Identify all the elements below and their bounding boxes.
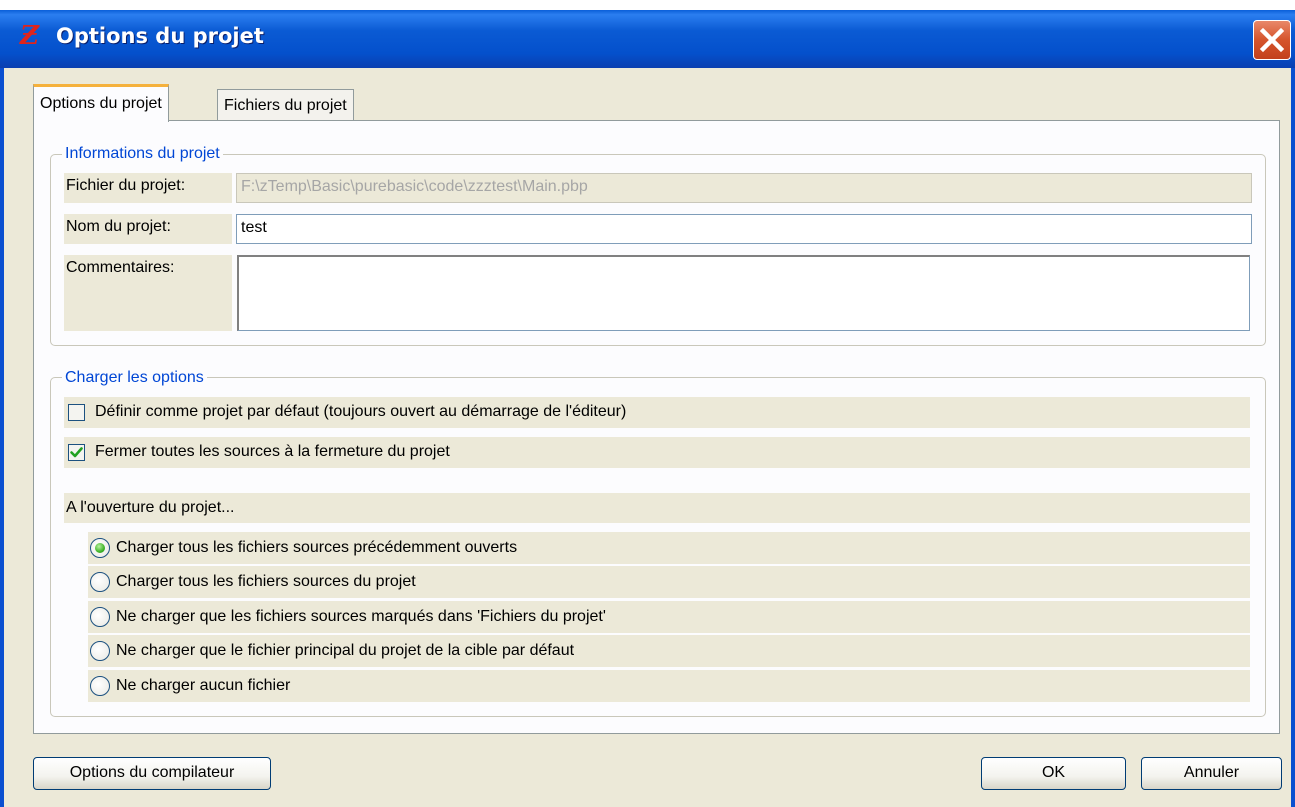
window-title: Options du projet xyxy=(56,24,264,48)
comments-label: Commentaires: xyxy=(64,255,232,331)
close-button[interactable] xyxy=(1253,20,1291,60)
comments-textarea[interactable] xyxy=(237,255,1250,331)
load-no-file-label: Ne charger aucun fichier xyxy=(116,677,291,694)
load-no-file-radio[interactable] xyxy=(90,676,110,696)
project-name-field[interactable]: test xyxy=(236,214,1252,244)
load-main-file-label: Ne charger que le fichier principal du p… xyxy=(116,642,575,659)
load-all-project-sources-label: Charger tous les fichiers sources du pro… xyxy=(116,573,416,590)
project-info-group-title: Informations du projet xyxy=(62,144,223,164)
purebasic-app-icon: Ƶ xyxy=(20,21,39,51)
cancel-button[interactable]: Annuler xyxy=(1141,757,1282,790)
background-window-strip xyxy=(0,0,1295,10)
default-project-label: Définir comme projet par défaut (toujour… xyxy=(95,403,627,420)
window-frame-right xyxy=(1291,68,1295,807)
tab-fichiers-du-projet[interactable]: Fichiers du projet xyxy=(217,89,354,123)
close-icon xyxy=(1259,27,1285,53)
load-previously-open-radio[interactable] xyxy=(90,538,110,558)
on-open-label: A l'ouverture du projet... xyxy=(66,499,235,516)
compiler-options-button[interactable]: Options du compilateur xyxy=(33,757,271,790)
default-project-checkbox[interactable] xyxy=(68,404,85,421)
load-marked-sources-radio[interactable] xyxy=(90,607,110,627)
checkmark-icon xyxy=(70,447,83,458)
project-file-field[interactable]: F:\zTemp\Basic\purebasic\code\zzztest\Ma… xyxy=(236,173,1252,203)
load-all-project-sources-radio[interactable] xyxy=(90,572,110,592)
load-options-group-title: Charger les options xyxy=(62,368,207,388)
window-frame-left xyxy=(0,68,4,807)
load-previously-open-label: Charger tous les fichiers sources précéd… xyxy=(116,539,518,556)
tab-options-du-projet[interactable]: Options du projet xyxy=(33,84,169,122)
project-name-label: Nom du projet: xyxy=(64,214,232,244)
project-file-label: Fichier du projet: xyxy=(64,173,232,203)
load-marked-sources-label: Ne charger que les fichiers sources marq… xyxy=(116,608,606,625)
load-main-file-radio[interactable] xyxy=(90,641,110,661)
ok-button[interactable]: OK xyxy=(981,757,1126,790)
close-sources-label: Fermer toutes les sources à la fermeture… xyxy=(95,443,450,460)
on-open-row xyxy=(64,493,1250,523)
close-sources-checkbox[interactable] xyxy=(68,444,85,461)
